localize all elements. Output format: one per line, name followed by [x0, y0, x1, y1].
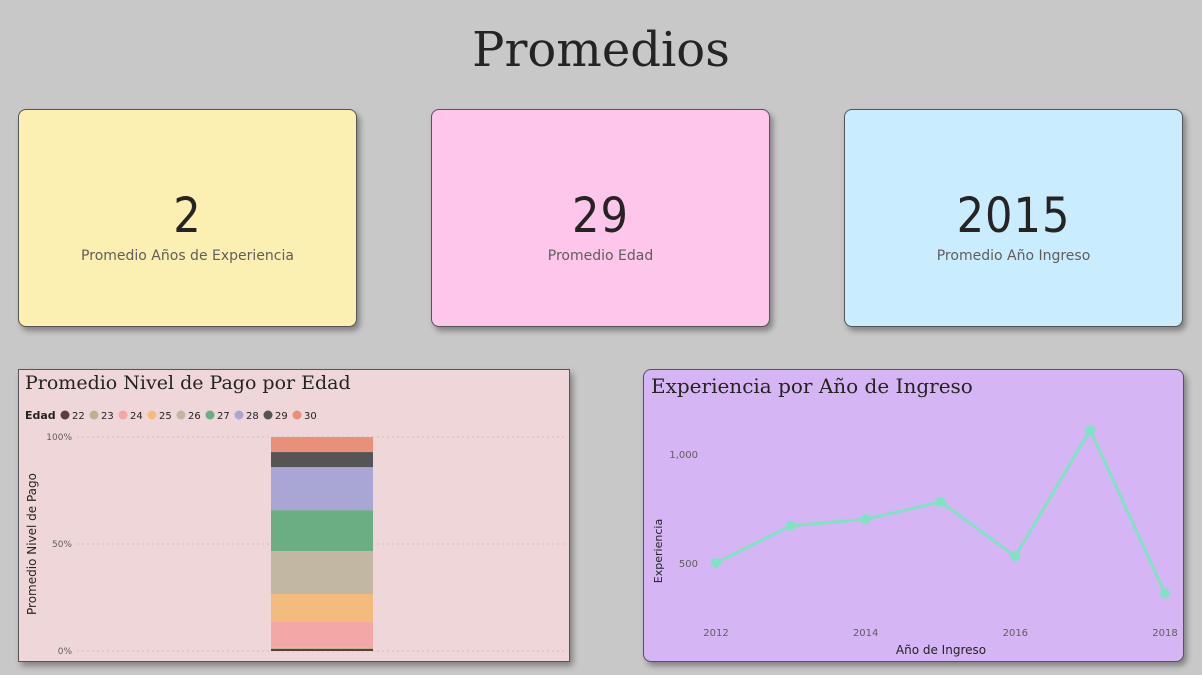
legend-marker — [118, 410, 128, 420]
legend-marker — [292, 410, 302, 420]
legend-label: 23 — [101, 411, 114, 422]
kpi-card-entry-year[interactable]: 2015 Promedio Año Ingreso — [844, 109, 1183, 327]
legend-marker — [147, 410, 157, 420]
legend-marker — [89, 410, 99, 420]
legend-marker — [60, 410, 70, 420]
bar-segment-23 — [271, 647, 373, 649]
legend-marker — [234, 410, 244, 420]
data-point-2017 — [1085, 424, 1096, 435]
kpi-value: 29 — [572, 188, 629, 244]
chart-title: Promedio Nivel de Pago por Edad — [25, 372, 351, 394]
legend-label: 28 — [246, 411, 259, 422]
bar-segment-30 — [271, 437, 373, 453]
page-title: Promedios — [472, 22, 730, 78]
x-tick-label: 2014 — [853, 628, 878, 639]
x-tick-label: 2016 — [1003, 628, 1028, 639]
legend-title: Edad — [25, 409, 56, 422]
line-chart-panel[interactable]: Experiencia por Año de Ingreso 1,000 500 2… — [643, 369, 1184, 662]
legend-marker — [176, 410, 186, 420]
y-tick-label: 100% — [46, 433, 72, 443]
bar-segment-22 — [271, 648, 373, 651]
stacked-bar-chart-panel[interactable]: Promedio Nivel de Pago por Edad Edad 22 23… — [18, 369, 570, 662]
kpi-card-age[interactable]: 29 Promedio Edad — [431, 109, 770, 327]
bar-segment-24 — [271, 621, 373, 648]
x-tick-label: 2012 — [703, 628, 728, 639]
y-tick-label: 0% — [58, 647, 73, 657]
legend-label: 24 — [130, 411, 143, 422]
data-point-2016 — [1010, 551, 1021, 562]
kpi-label: Promedio Año Ingreso — [936, 248, 1091, 264]
stacked-bar-chart: Edad 22 23 24 25 26 27 28 29 30 100% 50% 0% Promedio … — [25, 409, 564, 657]
chart-title: Experiencia por Año de Ingreso — [651, 374, 973, 398]
legend-label: 22 — [72, 411, 85, 422]
bar-segment-26 — [271, 550, 373, 595]
y-tick-label: 1,000 — [669, 450, 698, 461]
data-point-2015 — [935, 496, 946, 507]
data-point-2012 — [711, 557, 721, 568]
line-chart: 1,000 500 2012 2014 2016 2018 Año de Ingreso Ex… — [652, 424, 1178, 657]
legend-label: 29 — [275, 411, 288, 422]
kpi-value: 2 — [173, 188, 202, 244]
kpi-value: 2015 — [956, 188, 1071, 244]
legend-marker — [205, 410, 215, 420]
y-axis-label: Experiencia — [652, 519, 665, 583]
legend-label: 30 — [304, 411, 317, 422]
y-tick-label: 500 — [679, 559, 698, 570]
series-line — [715, 428, 1167, 594]
data-point-2018 — [1160, 588, 1170, 599]
bar-segment-28 — [271, 467, 373, 511]
legend-label: 25 — [159, 411, 172, 422]
x-tick-label: 2018 — [1152, 628, 1177, 639]
data-point-2013 — [785, 520, 796, 531]
bar-segment-25 — [271, 594, 373, 622]
data-point-2014 — [860, 514, 871, 525]
kpi-card-experience[interactable]: 2 Promedio Años de Experiencia — [18, 109, 357, 327]
kpi-label: Promedio Edad — [547, 248, 654, 264]
y-tick-label: 50% — [52, 540, 72, 550]
x-axis-label: Año de Ingreso — [896, 643, 986, 657]
kpi-label: Promedio Años de Experiencia — [81, 248, 294, 264]
legend-label: 26 — [188, 411, 201, 422]
legend-label: 27 — [217, 411, 230, 422]
bar-segment-29 — [271, 452, 373, 468]
legend-marker — [263, 410, 273, 420]
y-axis-label: Promedio Nivel de Pago — [25, 473, 39, 615]
bar-segment-27 — [271, 510, 373, 551]
